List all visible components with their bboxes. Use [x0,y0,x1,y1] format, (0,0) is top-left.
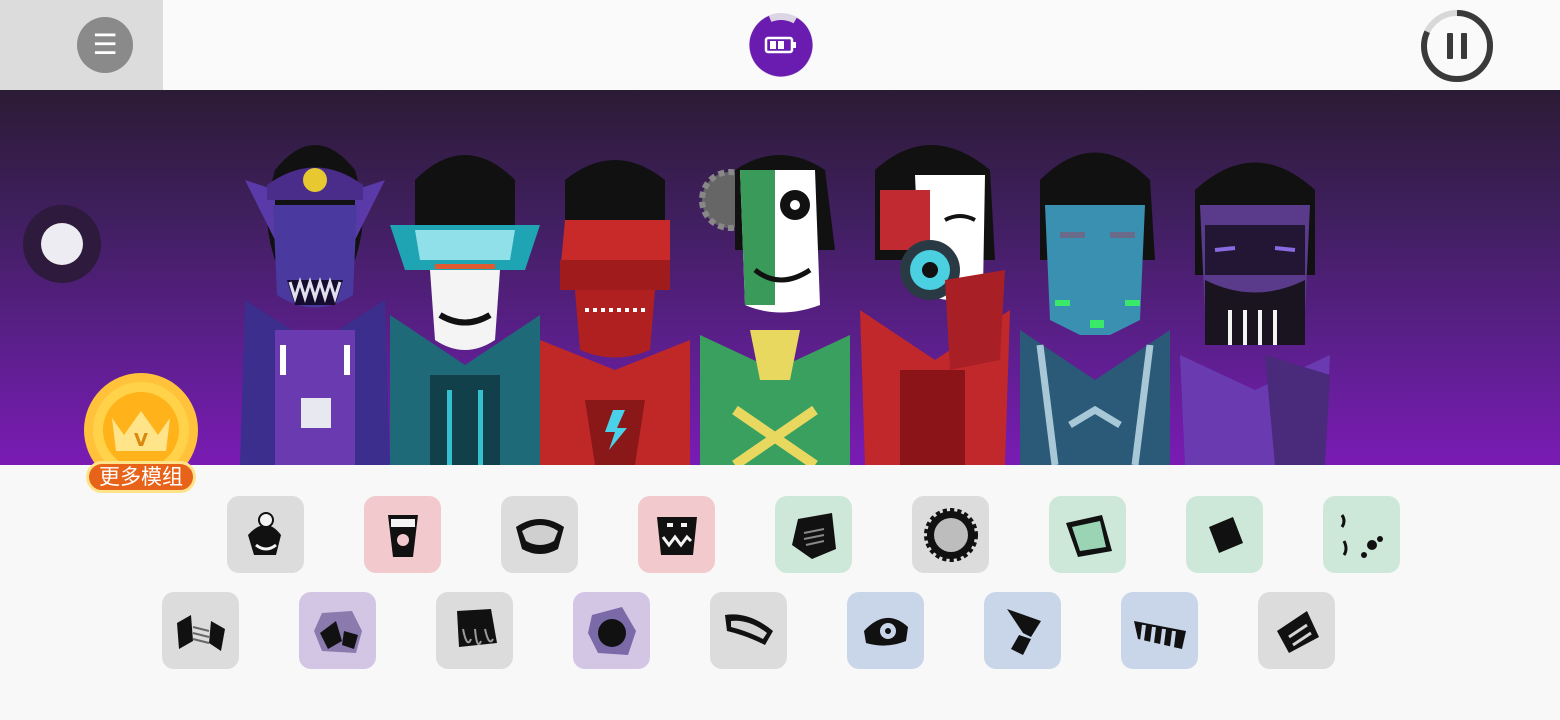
pause-icon [1421,10,1493,82]
star-sound-icon[interactable] [573,592,650,669]
red-eye-singer[interactable] [855,130,1015,465]
battery-button[interactable] [748,12,814,78]
hamburger-icon[interactable]: ☰ [77,17,133,73]
battery-icon [749,13,813,77]
pentagon-sound-icon[interactable] [775,496,852,573]
visor-sound-icon[interactable] [501,496,578,573]
tentacle-sound-icon[interactable] [436,592,513,669]
cyan-visor-singer[interactable] [385,130,545,465]
fangs-sound-icon[interactable] [638,496,715,573]
cable-icon [176,614,225,651]
pause-button[interactable] [1420,9,1494,83]
more-mods-label: 更多模组 [86,461,196,493]
pentagon-icon [791,512,836,559]
stripes-icon [1133,620,1186,649]
band-icon [724,613,773,645]
visor-icon [515,518,564,554]
volume-slider[interactable] [23,205,101,283]
star-icon [587,606,636,655]
dots-sound-icon[interactable] [1323,496,1400,573]
mask-sound-icon[interactable] [1049,496,1126,573]
skull-hat-sound-icon[interactable] [227,496,304,573]
fangs-icon [656,516,697,555]
bolt-sound-icon[interactable] [984,592,1061,669]
cup-sound-icon[interactable] [364,496,441,573]
red-robot-singer[interactable] [535,130,695,465]
square-icon [1208,516,1243,553]
crown-medal-icon: V [84,373,198,473]
bolt-icon [1006,608,1041,655]
blue-mask-singer[interactable] [1015,130,1175,465]
singers-row [230,130,1330,465]
purple-skull-singer[interactable] [235,130,395,465]
top-bar: ☰ [0,0,1560,90]
more-mods-badge[interactable]: V 更多模组 [82,373,200,501]
cable-sound-icon[interactable] [162,592,239,669]
menu-area: ☰ [0,0,163,90]
skull-hat-icon [247,511,281,555]
mask-icon [1065,514,1112,557]
eye-icon [863,617,908,646]
square-sound-icon[interactable] [1186,496,1263,573]
crown-letter: V [134,430,148,451]
hood-icon [1276,610,1319,653]
splash-sound-icon[interactable] [299,592,376,669]
slider-knob[interactable] [41,223,83,265]
gear-icon [923,507,978,562]
dots-icon [1340,513,1383,558]
tentacle-icon [456,608,497,647]
splash-icon [313,610,362,653]
hood-sound-icon[interactable] [1258,592,1335,669]
green-gear-singer[interactable] [695,130,855,465]
cup-icon [387,514,418,557]
violet-tentacle-singer[interactable] [1175,130,1335,465]
band-sound-icon[interactable] [710,592,787,669]
eye-sound-icon[interactable] [847,592,924,669]
stage [0,90,1560,465]
stripes-sound-icon[interactable] [1121,592,1198,669]
gear-sound-icon[interactable] [912,496,989,573]
